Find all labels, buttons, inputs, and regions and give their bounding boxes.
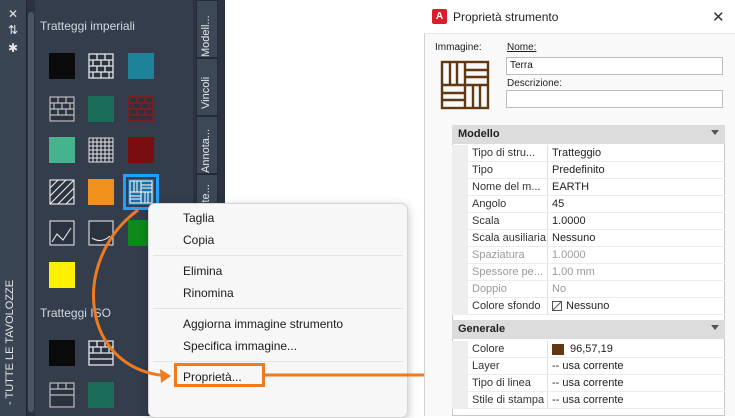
close-icon[interactable]: ✕ bbox=[712, 8, 725, 26]
prop-value: 1.00 mm bbox=[552, 266, 595, 278]
prop-value: 45 bbox=[552, 198, 565, 210]
prop-row: Spaziatura 1.0000 bbox=[452, 247, 725, 264]
prop-key: Colore sfondo bbox=[472, 300, 541, 312]
prop-row[interactable]: Scala ausiliaria Nessuno bbox=[452, 230, 725, 247]
prop-key: Tipo bbox=[472, 164, 493, 176]
prop-value: 1.0000 bbox=[552, 249, 586, 261]
group-generale[interactable]: Generale bbox=[452, 320, 725, 339]
tool-image-preview[interactable] bbox=[440, 60, 490, 115]
prop-value: EARTH bbox=[552, 181, 590, 193]
prop-value: No bbox=[552, 283, 567, 295]
prop-row[interactable]: Stile di stampa -- usa corrente bbox=[452, 392, 725, 409]
prop-row[interactable]: Colore 96,57,19 bbox=[452, 341, 725, 358]
prop-row[interactable]: Colore sfondo Nessuno bbox=[452, 298, 725, 315]
prop-row[interactable]: Tipo Predefinito bbox=[452, 162, 725, 179]
prop-key: Scala ausiliaria bbox=[472, 232, 546, 244]
name-field[interactable]: Terra bbox=[506, 57, 723, 75]
prop-key: Tipo di stru... bbox=[472, 147, 536, 159]
group-generale-title: Generale bbox=[458, 323, 506, 335]
prop-key: Doppio bbox=[472, 283, 507, 295]
prop-value: 96,57,19 bbox=[570, 343, 613, 355]
prop-value: -- usa corrente bbox=[552, 377, 624, 389]
image-label: Immagine: bbox=[435, 42, 482, 53]
prop-row[interactable]: Nome del m... EARTH bbox=[452, 179, 725, 196]
prop-value: Predefinito bbox=[552, 164, 605, 176]
prop-row[interactable]: Layer -- usa corrente bbox=[452, 358, 725, 375]
prop-key: Angolo bbox=[472, 198, 507, 210]
autocad-logo-icon: A bbox=[432, 9, 447, 24]
prop-row: Doppio No bbox=[452, 281, 725, 298]
prop-row[interactable]: Tipo di stru... Tratteggio bbox=[452, 145, 725, 162]
group-modello[interactable]: Modello bbox=[452, 125, 725, 144]
name-label: Nome: bbox=[507, 42, 537, 53]
description-label: Descrizione: bbox=[507, 78, 563, 89]
prop-value: Tratteggio bbox=[552, 147, 602, 159]
no-color-swatch-icon bbox=[552, 301, 562, 311]
prop-key: Scala bbox=[472, 215, 500, 227]
collapse-chevron-icon[interactable] bbox=[711, 325, 719, 330]
dialog-title: Proprietà strumento bbox=[453, 10, 559, 24]
prop-value: Nessuno bbox=[566, 300, 610, 312]
prop-key: Spessore pe... bbox=[472, 266, 543, 278]
prop-key: Stile di stampa bbox=[472, 394, 545, 406]
group-modello-title: Modello bbox=[458, 128, 500, 140]
color-swatch-icon bbox=[552, 344, 564, 355]
prop-row: Spessore pe... 1.00 mm bbox=[452, 264, 725, 281]
prop-key: Colore bbox=[472, 343, 505, 355]
prop-key: Layer bbox=[472, 360, 500, 372]
prop-row[interactable]: Scala 1.0000 bbox=[452, 213, 725, 230]
description-field[interactable] bbox=[506, 90, 723, 108]
prop-value: -- usa corrente bbox=[552, 360, 624, 372]
prop-row[interactable]: Tipo di linea -- usa corrente bbox=[452, 375, 725, 392]
prop-value: -- usa corrente bbox=[552, 394, 624, 406]
prop-key: Tipo di linea bbox=[472, 377, 531, 389]
prop-key: Nome del m... bbox=[472, 181, 541, 193]
prop-value: Nessuno bbox=[552, 232, 596, 244]
collapse-chevron-icon[interactable] bbox=[711, 130, 719, 135]
prop-key: Spaziatura bbox=[472, 249, 525, 261]
prop-value: 1.0000 bbox=[552, 215, 586, 227]
prop-row[interactable]: Angolo 45 bbox=[452, 196, 725, 213]
